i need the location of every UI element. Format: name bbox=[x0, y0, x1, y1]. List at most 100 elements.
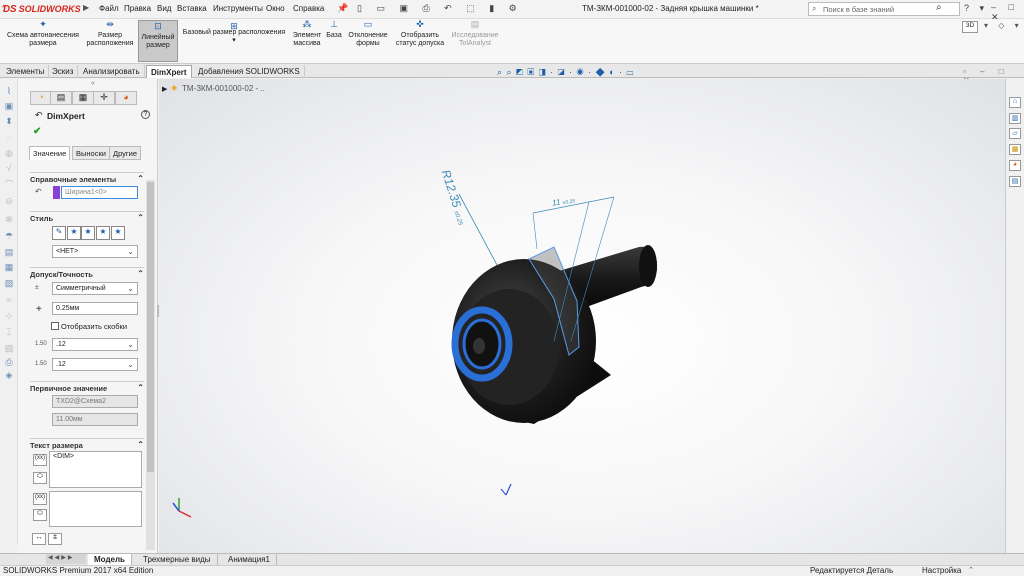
centerline-icon[interactable]: ⌶ bbox=[3, 327, 15, 337]
centermark-icon[interactable]: ⊹ bbox=[3, 311, 15, 321]
pin-icon[interactable]: 📌 bbox=[337, 3, 348, 14]
menu-file[interactable]: Файл bbox=[99, 4, 119, 13]
view-palette-icon[interactable]: ▦ bbox=[1009, 144, 1021, 155]
dimension-text-area-2[interactable] bbox=[49, 491, 142, 527]
appearances-icon[interactable]: ◕ bbox=[1009, 160, 1021, 171]
panel-scroll-thumb[interactable] bbox=[147, 182, 154, 472]
menu-insert[interactable]: Вставка bbox=[177, 4, 207, 13]
show-brackets-checkbox[interactable] bbox=[51, 322, 59, 330]
smart-dimension-icon[interactable]: ⌇ bbox=[3, 86, 15, 96]
tab-features[interactable]: Элементы bbox=[2, 65, 50, 78]
quick-access-toolbar[interactable]: ▯ ▭ ▣ ⎙ ↶ ⬚ ▮ ⚙ bbox=[357, 3, 523, 14]
sketch-icon[interactable]: ▣ bbox=[3, 101, 15, 111]
annotation-icon[interactable]: ⬍ bbox=[3, 116, 15, 126]
table-icon[interactable]: ▤ bbox=[3, 247, 15, 257]
print-icon[interactable]: ⎙ bbox=[3, 357, 15, 367]
linear-dimension-button[interactable]: ⊡ Линейный размер bbox=[138, 20, 178, 62]
umbrella-icon[interactable]: ☂ bbox=[3, 231, 15, 241]
location-dimension-button[interactable]: ⇹ Размер расположения bbox=[84, 20, 136, 48]
menu-help[interactable]: Справка bbox=[293, 4, 324, 13]
tab-dimxpert[interactable]: DimXpert bbox=[146, 65, 192, 78]
style-select[interactable]: <НЕТ> ⌄ bbox=[52, 245, 138, 258]
section-tolerance[interactable]: Допуск/Точность ⌃ bbox=[30, 267, 144, 279]
subtab-value[interactable]: Значение bbox=[29, 146, 71, 160]
inspection-dimension-icon[interactable]: ⬭ bbox=[33, 472, 47, 484]
search-icon[interactable]: ⌕ bbox=[936, 2, 954, 16]
collapse-icon[interactable]: ⌃ bbox=[137, 383, 144, 392]
tab-3d-views[interactable]: Трехмерные виды bbox=[137, 554, 218, 565]
add-parentheses-icon[interactable]: (xx) bbox=[33, 454, 47, 466]
menu-tools[interactable]: Инструменты bbox=[213, 4, 263, 13]
tab-model[interactable]: Модель bbox=[88, 554, 132, 565]
collapse-icon[interactable]: ⌃ bbox=[137, 440, 144, 449]
delete-style-icon[interactable]: ★ bbox=[96, 226, 110, 240]
load-style-icon[interactable]: ★ bbox=[111, 226, 125, 240]
design-library-icon[interactable]: ▥ bbox=[1009, 113, 1021, 124]
text-position-icon[interactable]: ⩲ bbox=[48, 533, 62, 545]
status-settings[interactable]: Настройка bbox=[922, 566, 961, 575]
collapse-icon[interactable]: ⌃ bbox=[137, 174, 144, 183]
tolerance-type-select[interactable]: Симметричный ⌄ bbox=[52, 282, 138, 295]
ok-check-icon[interactable]: ✔ bbox=[33, 126, 41, 137]
reference-feature-field[interactable]: Ширина1<0> bbox=[61, 186, 138, 199]
subtab-other[interactable]: Другие bbox=[109, 146, 142, 160]
cosmetic-thread-icon[interactable]: ≈ bbox=[3, 295, 15, 305]
section-dimension-text[interactable]: Текст размера ⌃ bbox=[30, 438, 144, 450]
auto-dimension-button[interactable]: ✦ Схема автонанесения размера bbox=[4, 20, 82, 48]
revision-icon[interactable]: ▧ bbox=[3, 278, 15, 288]
tolerance-precision-select[interactable]: .12 ⌄ bbox=[52, 358, 138, 371]
menu-edit[interactable]: Правка bbox=[124, 4, 151, 13]
tab-scroll-arrows[interactable]: ◀◀▶▶ bbox=[46, 554, 86, 564]
note-icon[interactable]: ◌ bbox=[3, 133, 15, 143]
add-style-icon[interactable]: ★ bbox=[67, 226, 81, 240]
tolerance-value-field[interactable]: 0.25мм bbox=[52, 302, 138, 315]
block-icon[interactable]: ▦ bbox=[3, 262, 15, 272]
tab-animation[interactable]: Анимация1 bbox=[222, 554, 278, 565]
heads-up-view-toolbar[interactable]: ⌕ ⌕ ◩ ▣ ◨ · ◪ · ◉ · ◆ ◐ · ▭ bbox=[497, 67, 634, 78]
window-help-icons[interactable]: ? ▾ bbox=[964, 3, 988, 14]
configuration-tab-icon[interactable]: ▦ bbox=[72, 91, 94, 105]
property-manager-tab-icon[interactable]: ▤ bbox=[50, 91, 72, 105]
weld-symbol-icon[interactable]: ⌒ bbox=[3, 178, 15, 190]
tolerance-status-button[interactable]: ✜ Отобразить статус допуска bbox=[393, 20, 447, 48]
menu-view[interactable]: Вид bbox=[157, 4, 171, 13]
tab-solidworks-addins[interactable]: Добавления SOLIDWORKS bbox=[194, 65, 305, 78]
menu-window[interactable]: Окно bbox=[266, 4, 285, 13]
tolanalyst-button[interactable]: ▤ Исследование TolAnalyst bbox=[449, 20, 501, 48]
section-style[interactable]: Стиль ⌃ bbox=[30, 211, 144, 223]
settings-chevron-icon[interactable]: ⌃ bbox=[968, 566, 974, 574]
cm-options-icons[interactable]: ▾ ◇ ▾ bbox=[984, 21, 1023, 30]
feature-tree-tab-icon[interactable]: ◔ bbox=[30, 91, 52, 105]
file-explorer-icon[interactable]: ▱ bbox=[1009, 128, 1021, 139]
surface-finish-icon[interactable]: √ bbox=[3, 163, 15, 173]
custom-properties-icon[interactable]: ▤ bbox=[1009, 176, 1021, 187]
tab-sketch[interactable]: Эскиз bbox=[48, 65, 79, 78]
add-parentheses-icon-2[interactable]: (xx) bbox=[33, 493, 47, 505]
help-icon[interactable]: ? bbox=[141, 110, 150, 119]
part-model[interactable] bbox=[159, 79, 1005, 553]
subtab-leaders[interactable]: Выноски bbox=[72, 146, 110, 160]
update-style-icon[interactable]: ★ bbox=[81, 226, 95, 240]
section-reference-features[interactable]: Справочные элементы ⌃ bbox=[30, 172, 144, 184]
solidworks-logo[interactable]: ƊS SOLIDWORKS bbox=[2, 2, 81, 16]
home-icon[interactable]: ⌂ bbox=[1009, 97, 1021, 108]
hole-callout-icon[interactable]: ⊖ bbox=[3, 196, 15, 206]
primary-precision-select[interactable]: .12 ⌄ bbox=[52, 338, 138, 351]
text-justify-icon[interactable]: ↔ bbox=[32, 533, 46, 545]
display-manager-tab-icon[interactable]: ◕ bbox=[115, 91, 137, 105]
inspection-dimension-icon-2[interactable]: ⬭ bbox=[33, 509, 47, 521]
3d-view-icon[interactable]: 3D bbox=[962, 21, 978, 33]
section-primary-value[interactable]: Первичное значение ⌃ bbox=[30, 381, 144, 393]
basic-location-button[interactable]: ⊞ Базовый размер расположения ▾ bbox=[180, 22, 288, 45]
panel-collapse-icon[interactable]: « bbox=[91, 80, 95, 87]
tab-evaluate[interactable]: Анализировать bbox=[79, 65, 145, 78]
dimension-text-area-1[interactable]: <DIM> bbox=[49, 451, 142, 488]
collapse-icon[interactable]: ⌃ bbox=[137, 213, 144, 222]
dimxpert-tab-icon[interactable]: ✛ bbox=[93, 91, 115, 105]
dimxpert-manager-icon[interactable]: ◈ bbox=[3, 370, 15, 380]
datum-button[interactable]: ⊥ База bbox=[325, 20, 343, 40]
area-hatch-icon[interactable]: ▨ bbox=[3, 343, 15, 353]
apply-style-icon[interactable]: ✎ bbox=[52, 226, 66, 240]
geometric-tolerance-button[interactable]: ▭ Отклонение формы bbox=[345, 20, 391, 48]
balloon-icon[interactable]: ◍ bbox=[3, 148, 15, 158]
